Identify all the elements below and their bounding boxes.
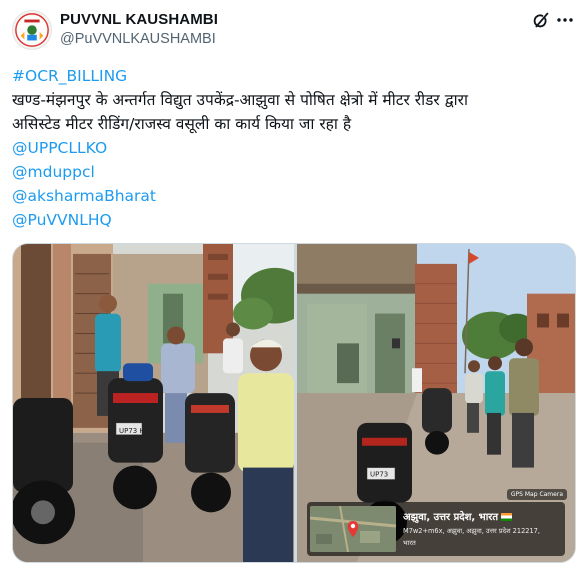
media-grid: UP73 H UP73 GPS Map Camera अझुवा, उत्तर … bbox=[12, 243, 576, 563]
gps-mini-map bbox=[310, 506, 396, 552]
logo-avatar-icon bbox=[13, 11, 51, 49]
grok-icon[interactable] bbox=[530, 9, 552, 31]
gps-location: अझुवा, उत्तर प्रदेश, भारत bbox=[403, 512, 499, 523]
gps-country: भारत bbox=[403, 539, 416, 547]
hashtag-link[interactable]: #OCR_BILLING bbox=[12, 67, 127, 85]
gps-address: M7w2+m6x, अझुवा, अझुवा, उत्तर प्रदेश 212… bbox=[403, 527, 540, 535]
bike-plate-right: UP73 bbox=[370, 471, 388, 479]
account-name[interactable]: PUVVNL KAUSHAMBI bbox=[60, 11, 218, 28]
more-options-icon[interactable] bbox=[556, 13, 574, 27]
mention-link[interactable]: @UPPCLLKO bbox=[12, 139, 107, 157]
photo-right[interactable]: UP73 GPS Map Camera अझुवा, उत्तर प्रदेश,… bbox=[297, 244, 575, 562]
avatar[interactable] bbox=[12, 10, 52, 50]
tweet-text: #OCR_BILLING खण्ड-मंझनपुर के अन्तर्गत वि… bbox=[12, 64, 572, 232]
gps-overlay: अझुवा, उत्तर प्रदेश, भारत M7w2+m6x, अझुव… bbox=[307, 502, 565, 556]
photo-left[interactable]: UP73 H bbox=[13, 244, 294, 562]
account-handle[interactable]: @PuVVNLKAUSHAMBI bbox=[60, 31, 216, 47]
gps-camera-badge: GPS Map Camera bbox=[506, 489, 567, 500]
mention-link[interactable]: @aksharmaBharat bbox=[12, 187, 156, 205]
street-meter-reading-photo: UP73 H bbox=[13, 244, 294, 562]
tweet-text-line-1: खण्ड-मंझनपुर के अन्तर्गत विद्युत उपकेंद्… bbox=[12, 91, 468, 109]
tweet-text-line-2: असिस्टेड मीटर रीडिंग/राजस्व वसूली का कार… bbox=[12, 115, 352, 133]
mention-link[interactable]: @PuVVNLHQ bbox=[12, 211, 112, 229]
map-icon bbox=[310, 506, 396, 552]
mention-link[interactable]: @mduppcl bbox=[12, 163, 95, 181]
india-flag-icon bbox=[501, 513, 513, 521]
tweet-card: PUVVNL KAUSHAMBI @PuVVNLKAUSHAMBI #OCR_B… bbox=[0, 0, 581, 572]
bike-plate-left: UP73 H bbox=[119, 427, 145, 435]
